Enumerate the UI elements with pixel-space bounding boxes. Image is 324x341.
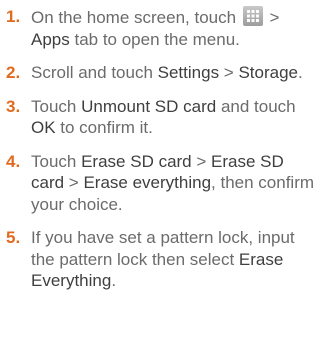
step-item: 3. Touch Unmount SD card and touch OK to … <box>6 96 320 139</box>
apps-grid-icon <box>242 6 263 26</box>
emphasized-term: Settings <box>157 63 220 82</box>
step-item: 1. On the home screen, touch > Apps tab t… <box>6 6 320 50</box>
step-item: 2. Scroll and touch Settings > Storage. <box>6 62 320 84</box>
emphasized-term: Erase SD card <box>81 151 192 171</box>
step-text: If you have set a pattern lock, input th… <box>31 227 320 292</box>
step-text: Touch Erase SD card > Erase SD card > Er… <box>31 151 320 216</box>
step-number: 3. <box>6 96 21 116</box>
instruction-text: Touch <box>31 151 82 171</box>
step-text: Touch Unmount SD card and touch OK to co… <box>31 96 320 139</box>
instruction-text: to confirm it. <box>55 118 153 137</box>
emphasized-term: OK <box>31 118 56 137</box>
instruction-text: . <box>298 63 303 82</box>
instruction-text: Touch <box>31 96 82 116</box>
step-text: On the home screen, touch > Apps tab to … <box>31 6 320 50</box>
step-number: 2. <box>6 63 21 82</box>
instruction-text: and touch <box>216 96 296 116</box>
step-text: Scroll and touch Settings > Storage. <box>31 62 320 84</box>
step-number: 4. <box>6 151 21 171</box>
instruction-steps: 1. On the home screen, touch > Apps tab t… <box>0 0 324 292</box>
step-item: 5. If you have set a pattern lock, input … <box>6 227 320 292</box>
instruction-text: Scroll and touch <box>31 63 158 82</box>
emphasized-term: Storage <box>238 63 298 82</box>
instruction-text: On the home screen, touch <box>31 8 241 27</box>
step-number: 1. <box>6 7 21 26</box>
emphasized-term: Unmount SD card <box>81 96 217 116</box>
instruction-text: > <box>191 151 212 171</box>
emphasized-term: Erase everything <box>83 173 212 192</box>
instruction-text: > <box>264 8 280 27</box>
instruction-text: . <box>111 271 117 290</box>
step-item: 4. Touch Erase SD card > Erase SD card > … <box>6 151 320 216</box>
step-number: 5. <box>6 228 21 247</box>
instruction-text: tab to open the menu. <box>69 29 240 49</box>
instruction-text: > <box>219 63 239 82</box>
emphasized-term: Apps <box>31 29 70 49</box>
instruction-text: > <box>64 173 84 192</box>
